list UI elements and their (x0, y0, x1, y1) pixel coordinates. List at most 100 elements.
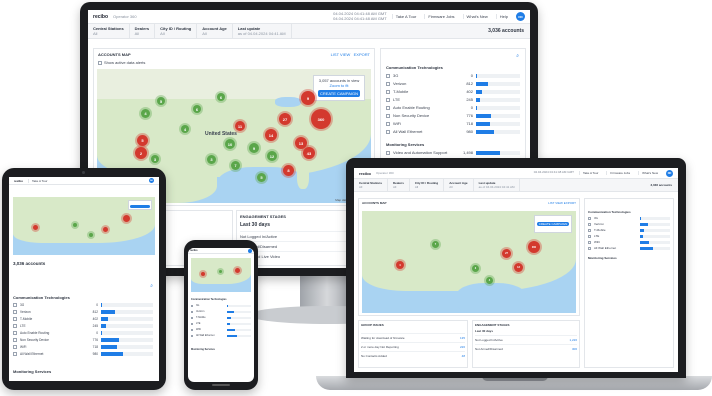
map-cluster[interactable]: 4 (181, 125, 189, 133)
map-cluster[interactable]: 6 (217, 93, 225, 101)
tech-checkbox[interactable] (13, 338, 17, 342)
map-cluster[interactable] (219, 270, 222, 273)
accounts-map[interactable] (191, 258, 251, 292)
issue-row[interactable]: No Contacts Added 48 (361, 351, 465, 360)
tech-checkbox[interactable] (386, 121, 390, 126)
tech-row-lte[interactable]: LTE 245 (386, 97, 520, 102)
tech-row-ethernet[interactable]: All Wall Ethernet (191, 334, 251, 337)
map-cluster[interactable]: 7 (432, 241, 439, 248)
tech-checkbox[interactable] (13, 324, 17, 328)
engagement-row[interactable]: Not Armed/Disarmed 306 (475, 344, 577, 353)
monitoring-row-video[interactable]: Video and Automation Support 1,498 (386, 150, 520, 155)
tech-row-3g[interactable]: 3G (588, 216, 670, 220)
alerts-checkbox[interactable] (98, 60, 102, 65)
map-cluster[interactable]: 43 (303, 147, 315, 159)
map-cluster[interactable]: 14 (265, 129, 277, 141)
map-cluster[interactable]: 27 (502, 249, 511, 258)
accounts-map[interactable] (13, 197, 155, 255)
create-campaign-button[interactable]: CREATE CAMPAIGN (318, 90, 360, 97)
tech-row-verizon[interactable]: Verizon (191, 310, 251, 313)
map-cluster[interactable]: 27 (279, 113, 291, 125)
map-cluster[interactable]: 12 (267, 151, 277, 161)
tech-checkbox[interactable] (588, 246, 591, 250)
filter-city-routing[interactable]: City ID / Routing All (155, 24, 198, 38)
map-cluster[interactable]: 7 (231, 161, 240, 170)
map-cluster[interactable]: 360 (528, 241, 540, 253)
map-cluster[interactable]: 6 (193, 105, 201, 113)
engagement-row[interactable]: Not Logged In/Active 1,226 (475, 335, 577, 344)
tech-checkbox[interactable] (13, 352, 17, 356)
tech-checkbox[interactable] (13, 303, 17, 307)
filter-account-age[interactable]: Account Age All (197, 24, 233, 38)
help-link[interactable]: Help (495, 14, 511, 19)
accounts-map[interactable]: CREATE CAMPAIGN 4 7 360 27 3 13 4 (362, 211, 576, 313)
firmware-jobs-link[interactable]: Firmware Jobs (606, 171, 633, 175)
user-avatar[interactable]: DD (516, 12, 525, 21)
tech-checkbox[interactable] (191, 334, 193, 337)
cta-zoom-link[interactable]: Zoom to fit (314, 83, 364, 88)
tech-checkbox[interactable] (588, 240, 591, 244)
tech-row-3g[interactable]: 3G 0 (13, 303, 153, 307)
map-cluster[interactable]: 5 (257, 173, 266, 182)
tech-checkbox[interactable] (191, 328, 193, 331)
create-campaign-button[interactable]: CREATE CAMPAIGN (537, 222, 569, 226)
search-icon[interactable]: ⌕ (516, 53, 519, 59)
home-indicator[interactable] (212, 384, 230, 386)
tech-checkbox[interactable] (191, 310, 193, 313)
tech-checkbox[interactable] (588, 216, 591, 220)
tech-row-ethernet[interactable]: All Wall Ethernet 980 (13, 352, 153, 356)
tech-row-tmobile[interactable]: T-Mobile 402 (13, 317, 153, 321)
tech-checkbox[interactable] (13, 310, 17, 314)
take-tour-link[interactable]: Take A Tour (391, 14, 420, 19)
map-cluster[interactable]: 3 (472, 265, 479, 272)
whats-new-link[interactable]: What's New (462, 14, 491, 19)
map-cluster[interactable]: 9 (301, 91, 315, 105)
tech-checkbox[interactable] (191, 322, 193, 325)
tech-row-lte[interactable]: LTE (588, 234, 670, 238)
map-cluster[interactable] (89, 233, 93, 237)
tech-row-wifi[interactable]: WiFi 718 (13, 345, 153, 349)
tech-checkbox[interactable] (191, 316, 193, 319)
filter-city-routing[interactable]: City ID / Routing All (410, 179, 445, 191)
alerts-toggle[interactable]: Show active data alerts (98, 60, 145, 65)
map-cluster[interactable]: 8 (283, 165, 294, 176)
filter-dealers[interactable]: Dealers All (130, 24, 156, 38)
tech-row-verizon[interactable]: Verizon 812 (13, 310, 153, 314)
filter-dealers[interactable]: Dealers All (388, 179, 410, 191)
tech-row-3g[interactable]: 3G (191, 304, 251, 307)
map-cluster[interactable]: 10 (225, 139, 235, 149)
tech-row-wifi[interactable]: WiFi 718 (386, 121, 520, 126)
user-avatar[interactable] (248, 248, 252, 253)
take-tour-link[interactable]: Take A Tour (578, 171, 601, 175)
map-cluster[interactable]: 2 (135, 147, 147, 159)
tech-row-tmobile[interactable]: T-Mobile (191, 316, 251, 319)
map-cluster[interactable]: 5 (137, 135, 148, 146)
filter-central-stations[interactable]: Central Stations All (88, 24, 130, 38)
tech-row-lte[interactable]: LTE (191, 322, 251, 325)
search-icon[interactable]: ⌕ (150, 283, 153, 289)
tech-checkbox[interactable] (588, 234, 591, 238)
user-avatar[interactable]: DD (666, 169, 673, 177)
issue-row[interactable]: 2 or more day Not Reporting 226 (361, 342, 465, 351)
map-cluster[interactable]: 3 (151, 155, 159, 163)
create-campaign-button[interactable] (130, 205, 150, 208)
tech-row-3g[interactable]: 3G 0 (386, 73, 520, 78)
map-cluster[interactable]: 360 (311, 109, 331, 129)
tech-row-non-security[interactable]: Non Security Device 776 (13, 338, 153, 342)
tech-row-auto-routing[interactable]: Auto Enable Routing 0 (13, 331, 153, 335)
map-cluster[interactable] (235, 268, 240, 273)
issue-row[interactable]: Waiting for download of firmware 135 (361, 333, 465, 342)
map-cluster[interactable]: 4 (486, 277, 493, 284)
tech-checkbox[interactable] (588, 222, 591, 226)
tech-row-wifi[interactable]: WiFi (191, 328, 251, 331)
tech-checkbox[interactable] (588, 228, 591, 232)
tech-row-ethernet[interactable]: All Wall Ethernet 980 (386, 129, 520, 134)
whats-new-link[interactable]: What's New (638, 171, 661, 175)
tech-checkbox[interactable] (386, 89, 390, 94)
tech-checkbox[interactable] (386, 81, 390, 86)
tech-checkbox[interactable] (386, 97, 390, 102)
list-view-link[interactable]: LIST VIEW (548, 201, 563, 205)
monitoring-checkbox[interactable] (386, 150, 390, 155)
map-cluster[interactable] (123, 215, 130, 222)
export-link[interactable]: EXPORT (354, 52, 370, 57)
